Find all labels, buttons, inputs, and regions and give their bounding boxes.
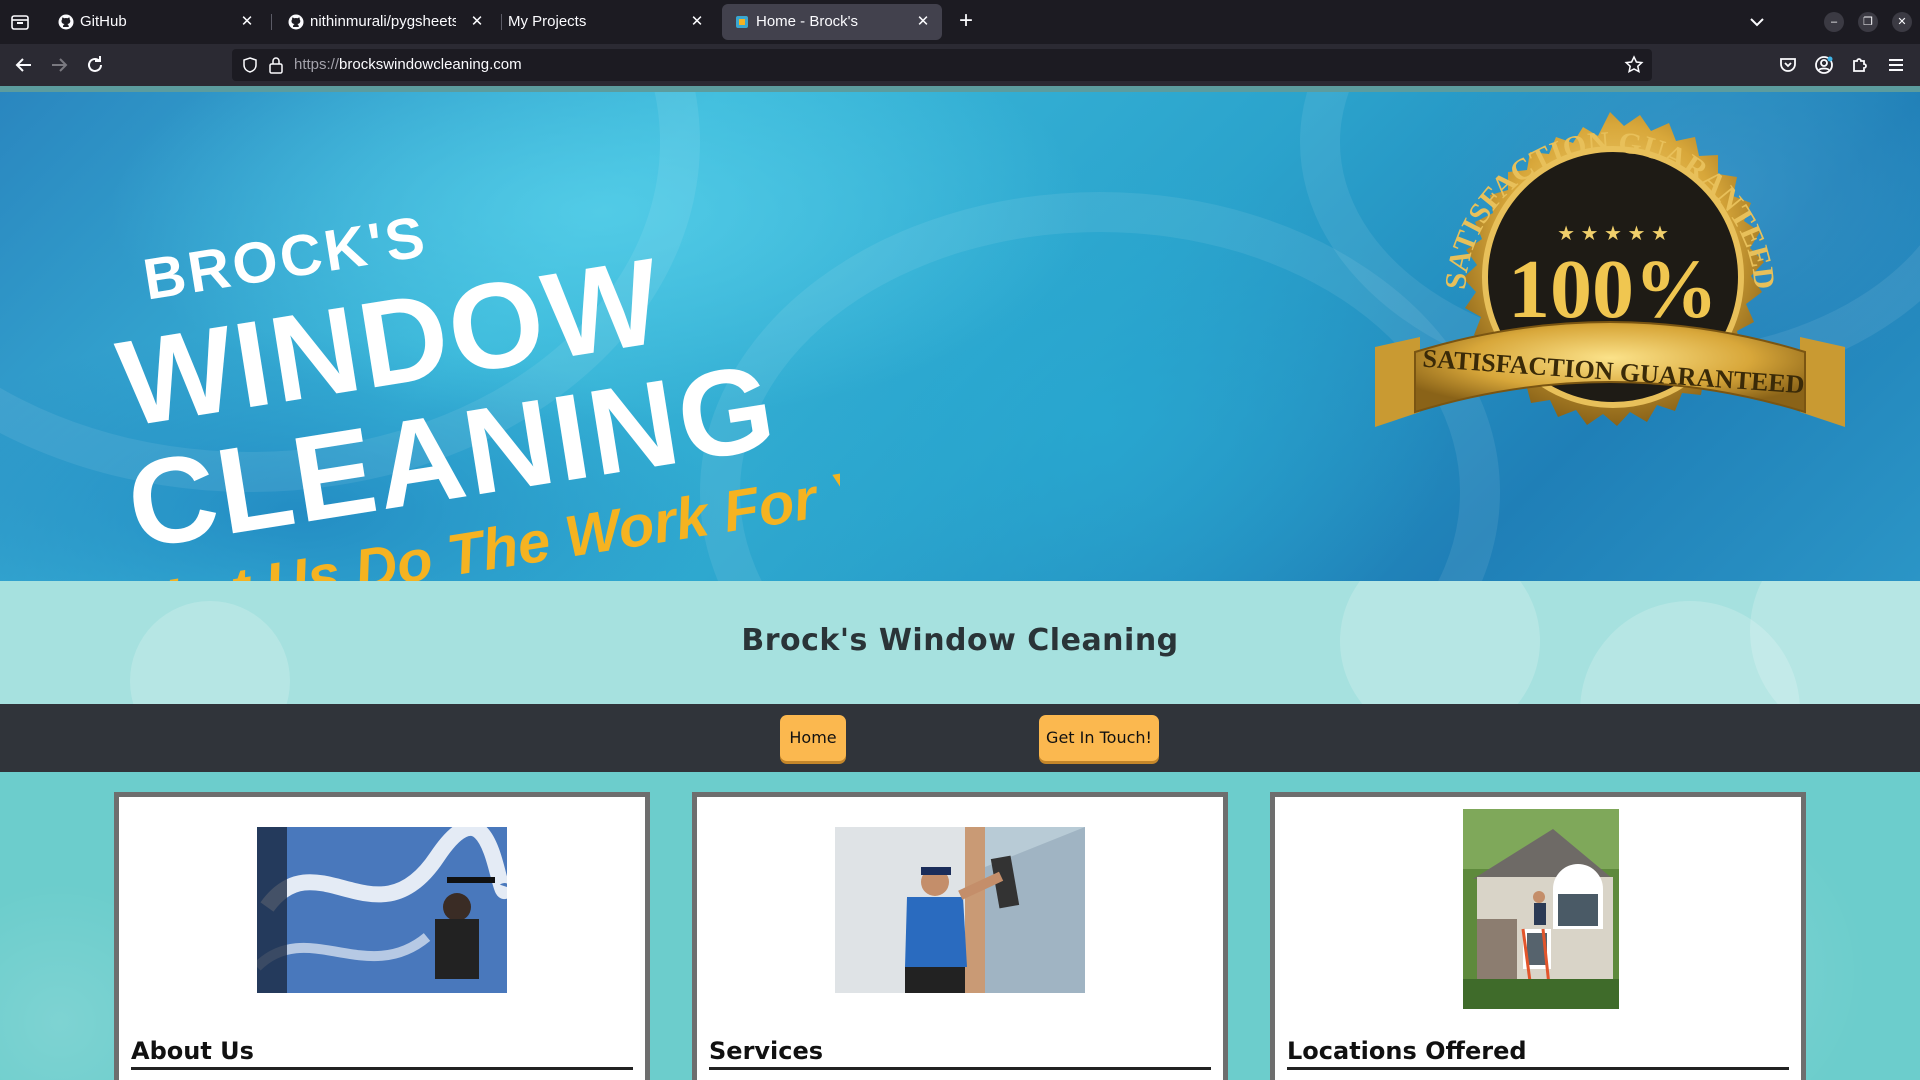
github-icon [288,14,304,30]
brocks-logo: BROCK'S WINDOW CLEANING Let Us Do The Wo… [109,204,840,581]
browser-tab-bar: GitHub ✕ nithinmurali/pygsheets: G ✕ My … [0,0,1920,44]
url-text[interactable]: https://brockswindowcleaning.com [294,56,522,73]
hero-banner: BROCK'S WINDOW CLEANING Let Us Do The Wo… [0,92,1920,581]
minimize-window-button[interactable]: – [1824,12,1844,32]
about-us-photo [257,827,507,993]
site-menu-bar: Home Get In Touch! [0,704,1920,772]
services-photo [835,827,1085,993]
about-us-heading: About Us [131,1037,633,1070]
new-tab-button[interactable]: + [952,8,980,36]
tab-my-projects[interactable]: My Projects ✕ [500,4,716,40]
services-card: Services [692,792,1228,1080]
extensions-icon[interactable] [1848,53,1872,77]
hamburger-menu-icon[interactable] [1884,53,1908,77]
satisfaction-guaranteed-seal: SATISFACTION GUARANTEED ★ ★ ★ ★ ★ 100% S… [1375,112,1845,427]
forward-arrow-icon[interactable] [47,53,71,77]
services-heading: Services [709,1037,1211,1070]
tab-title: Home - Brock's [756,13,859,30]
close-tab-icon[interactable]: ✕ [468,13,486,31]
seal-stars: ★ ★ ★ ★ ★ [1557,223,1669,245]
browser-navigation-bar: https://brockswindowcleaning.com [0,44,1920,86]
reload-icon[interactable] [83,53,107,77]
address-bar[interactable]: https://brockswindowcleaning.com [232,49,1652,81]
get-in-touch-button[interactable]: Get In Touch! [1039,715,1159,761]
close-window-button[interactable]: ✕ [1892,12,1912,32]
bookmark-star-icon[interactable] [1624,55,1644,75]
tab-title: My Projects [508,13,587,30]
pocket-icon[interactable] [1776,53,1800,77]
locations-offered-card: Locations Offered [1270,792,1806,1080]
home-button[interactable]: Home [780,715,846,761]
restore-window-button[interactable]: ❐ [1858,12,1878,32]
close-tab-icon[interactable]: ✕ [914,13,932,31]
locations-photo [1463,809,1619,1009]
url-host: brockswindowcleaning.com [339,56,522,73]
tab-github[interactable]: GitHub ✕ [46,4,266,40]
url-scheme: https:// [294,56,340,73]
back-arrow-icon[interactable] [12,53,36,77]
site-title: Brock's Window Cleaning [741,623,1179,658]
tab-title: nithinmurali/pygsheets: G [310,13,456,30]
lock-icon[interactable] [268,56,284,74]
tab-title: GitHub [80,13,127,30]
web-page: BROCK'S WINDOW CLEANING Let Us Do The Wo… [0,92,1920,1080]
seal-ribbon-right-tail [1800,337,1845,427]
site-favicon-icon [734,14,750,30]
about-us-card: About Us [114,792,650,1080]
close-tab-icon[interactable]: ✕ [238,13,256,31]
tracking-protection-shield-icon[interactable] [242,57,258,73]
content-section: About Us Services Locations Offered [0,772,1920,1080]
account-icon[interactable] [1812,53,1836,77]
site-title-band: Brock's Window Cleaning [0,581,1920,704]
tab-home-brocks[interactable]: Home - Brock's ✕ [722,4,942,40]
github-icon [58,14,74,30]
chevron-down-icon[interactable] [1745,10,1769,34]
tab-separator [271,14,272,30]
tab-pygsheets[interactable]: nithinmurali/pygsheets: G ✕ [276,4,496,40]
close-tab-icon[interactable]: ✕ [688,13,706,31]
seal-ribbon-left-tail [1375,337,1420,427]
locations-offered-heading: Locations Offered [1287,1037,1789,1070]
firefox-view-icon[interactable] [8,10,32,34]
